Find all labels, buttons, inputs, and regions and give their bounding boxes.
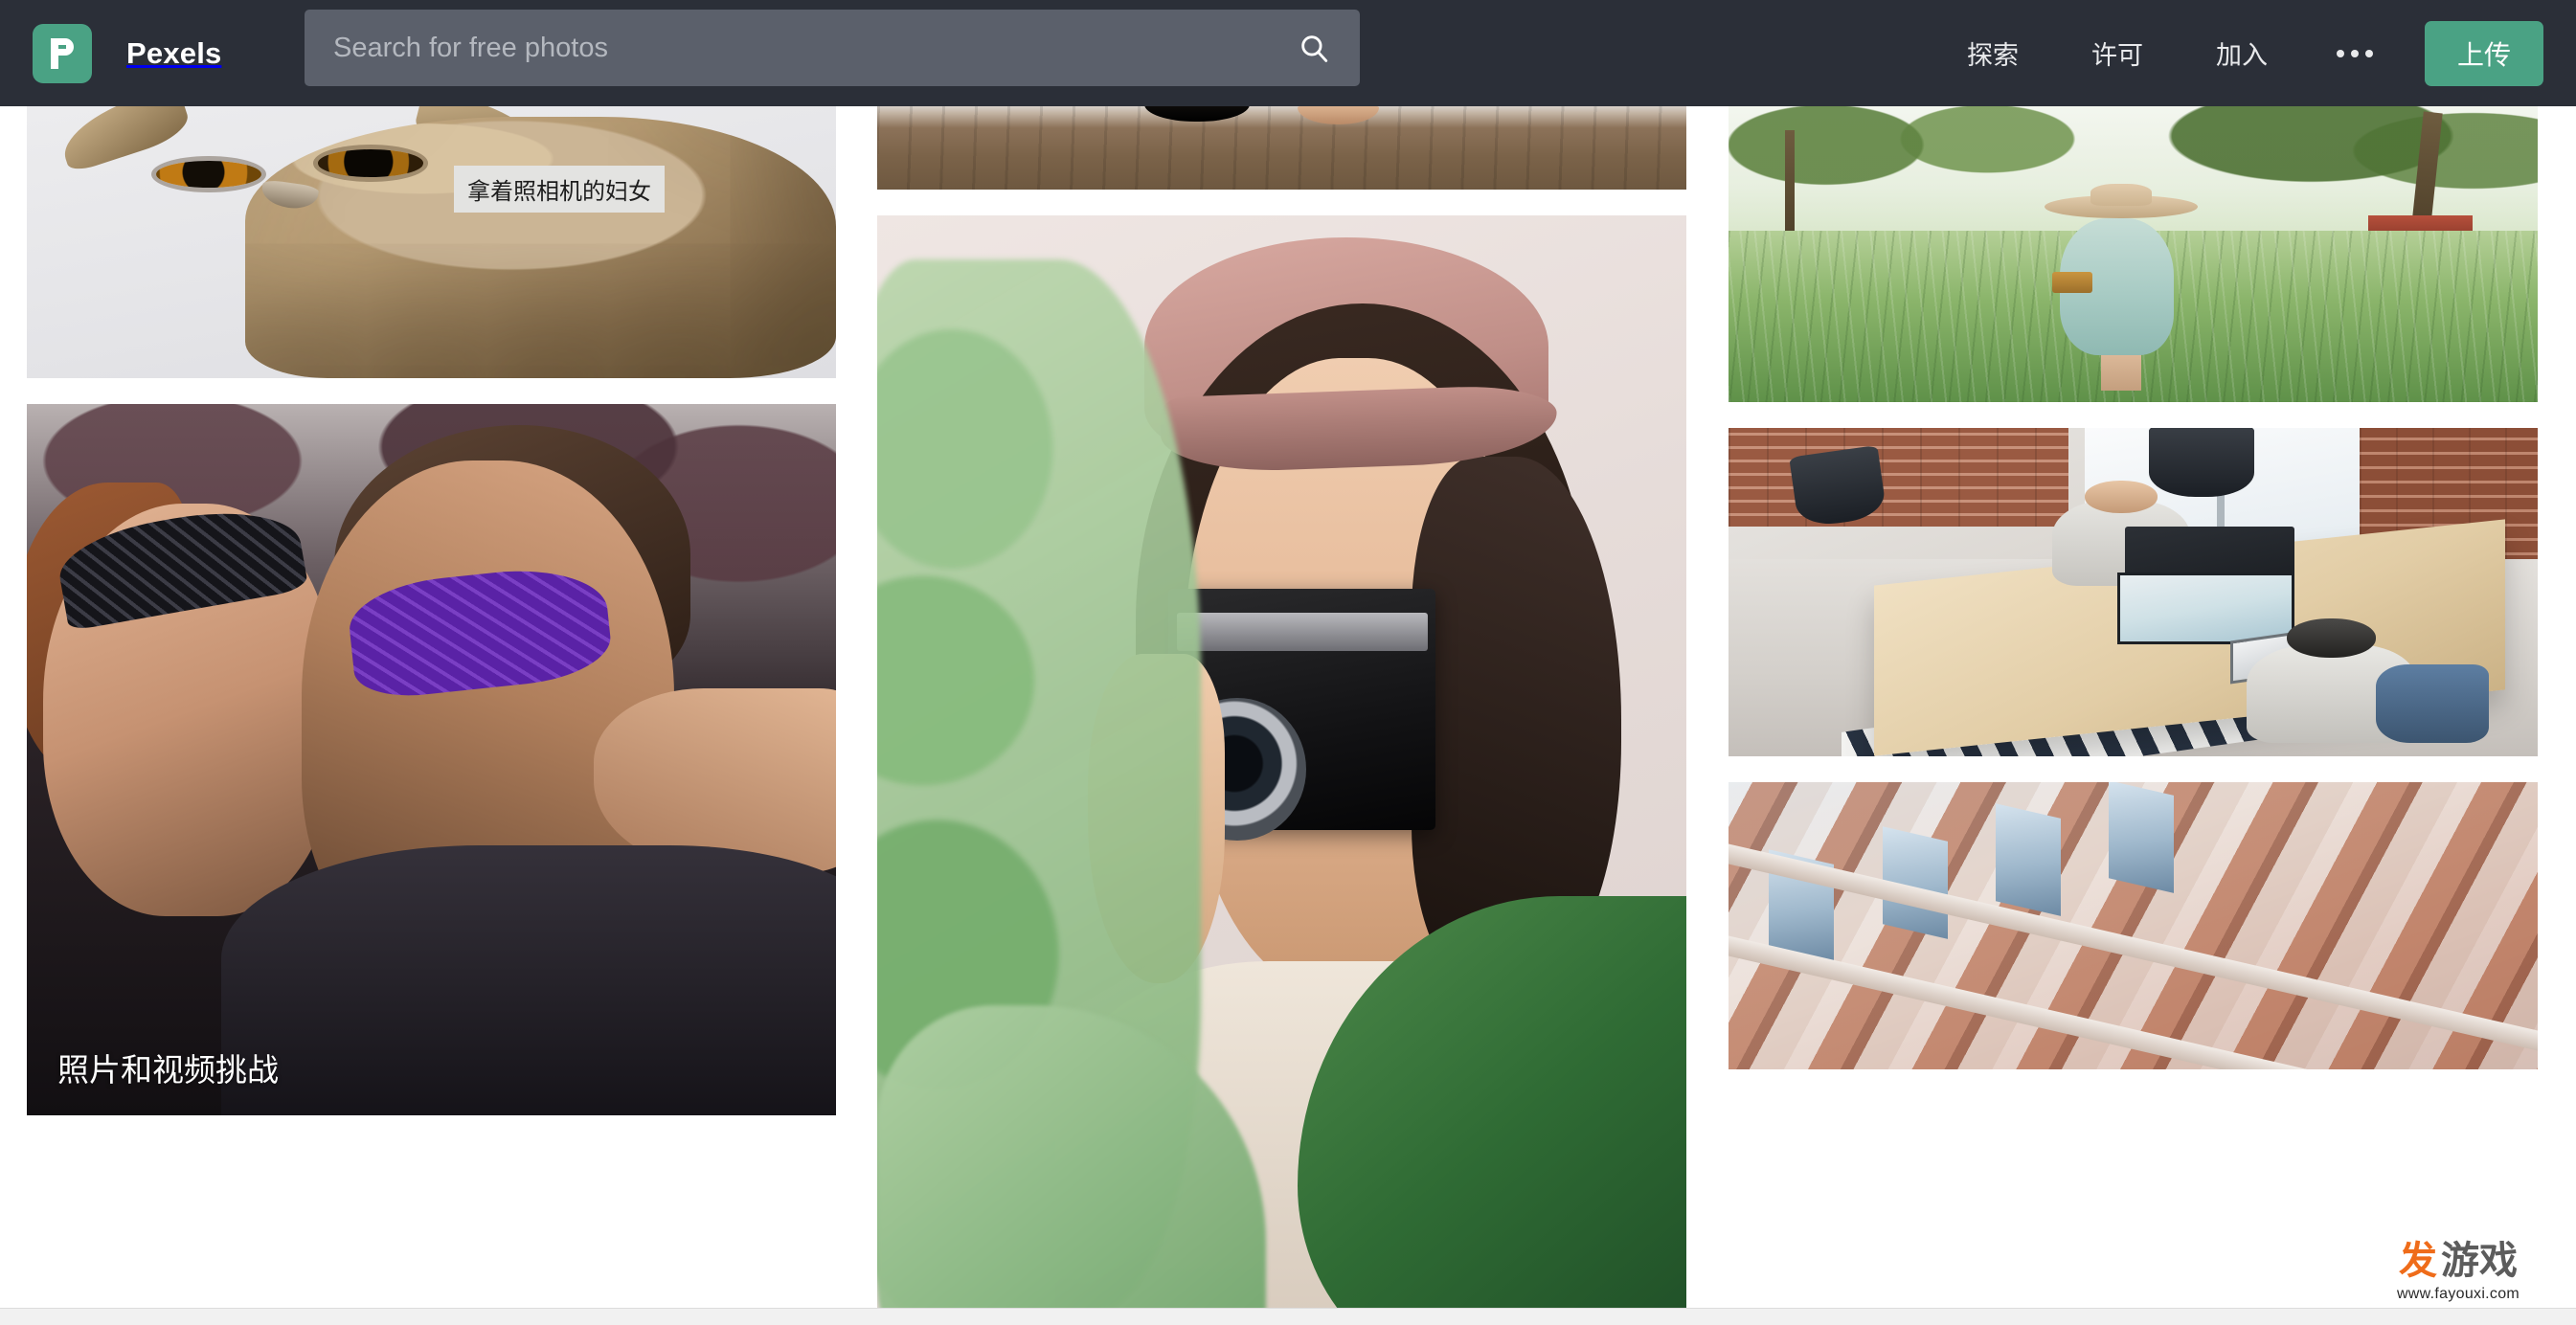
- shoulder-bag: [2052, 272, 2093, 293]
- badge-logo-char: 发: [2399, 1239, 2437, 1282]
- search-input[interactable]: [305, 10, 1268, 86]
- horizontal-scrollbar[interactable]: [0, 1308, 2576, 1325]
- search-bar[interactable]: [305, 10, 1360, 86]
- upload-button[interactable]: 上传: [2424, 20, 2543, 86]
- dock-planks: [877, 106, 1686, 190]
- photo-tooltip: 拿着照相机的妇女: [454, 166, 665, 213]
- photo-card-building[interactable]: [1729, 782, 2538, 1069]
- nav-item-license[interactable]: 许可: [2055, 34, 2180, 72]
- watermark-qq-prefix: 00: [2018, 1183, 2095, 1260]
- fayouxi-badge: 发 游戏 www.fayouxi.com: [2346, 1227, 2570, 1315]
- pexels-p-logo-icon[interactable]: [33, 23, 92, 83]
- photo-card-office[interactable]: [1729, 428, 2538, 756]
- woman-holding-camera-photo: [877, 215, 1686, 1313]
- owl-eye-right: [318, 149, 424, 177]
- top-navigation-bar: Pexels 探索 许可 加入 上传: [0, 0, 2576, 106]
- badge-url: www.fayouxi.com: [2396, 1285, 2520, 1302]
- brick-apartment-building-photo: [1729, 782, 2538, 1069]
- dot: [2364, 49, 2373, 57]
- search-icon: [1301, 35, 1328, 62]
- woman-in-meadow-photo: [1729, 106, 2538, 402]
- owl-eye-left: [156, 160, 262, 189]
- person-two-head: [2287, 618, 2376, 659]
- search-submit-button[interactable]: [1268, 10, 1360, 86]
- photo-grid: 拿着照相机的妇女 照片和视频挑战 00悟空问答 发 游戏 www.fayouxi…: [0, 106, 2576, 1325]
- window-pane: [1995, 803, 2061, 916]
- grid-column-right: [1729, 106, 2538, 1095]
- dot: [2336, 49, 2344, 57]
- window-pane: [2109, 782, 2174, 893]
- couple-with-bandanas-photo: [27, 404, 836, 1115]
- brand-home-link[interactable]: Pexels: [33, 23, 222, 83]
- brick-wall-left: [1729, 428, 2068, 527]
- photo-caption: 照片和视频挑战: [57, 1052, 279, 1088]
- blue-jacket: [2376, 663, 2490, 744]
- photo-card-camera-girl[interactable]: [877, 215, 1686, 1313]
- photo-card-meadow[interactable]: [1729, 106, 2538, 402]
- main-nav: 探索 许可 加入 上传: [1931, 0, 2576, 106]
- pendant-lamp-right: [2149, 428, 2255, 498]
- badge-name: 游戏: [2441, 1239, 2518, 1282]
- owl-photo: [27, 106, 836, 378]
- dot: [2350, 49, 2359, 57]
- brand-name-label: Pexels: [126, 35, 222, 70]
- nav-item-join[interactable]: 加入: [2180, 34, 2304, 72]
- monitor-screen: [2116, 572, 2295, 645]
- ellipsis-horizontal-icon[interactable]: [2304, 49, 2406, 57]
- photo-card-dock[interactable]: [877, 106, 1686, 190]
- badge-wordmark: 发 游戏: [2399, 1242, 2518, 1280]
- grid-column-left: 拿着照相机的妇女 照片和视频挑战: [27, 106, 836, 1141]
- photo-card-couple[interactable]: 照片和视频挑战: [27, 404, 836, 1115]
- nav-item-explore[interactable]: 探索: [1931, 34, 2055, 72]
- grid-column-middle: [877, 106, 1686, 1325]
- photo-card-owl[interactable]: 拿着照相机的妇女: [27, 106, 836, 378]
- dark-shirt: [220, 844, 836, 1115]
- person-one-head: [2084, 480, 2158, 514]
- two-people-working-in-office-photo: [1729, 428, 2538, 756]
- feet-on-wooden-dock-photo: [877, 106, 1686, 190]
